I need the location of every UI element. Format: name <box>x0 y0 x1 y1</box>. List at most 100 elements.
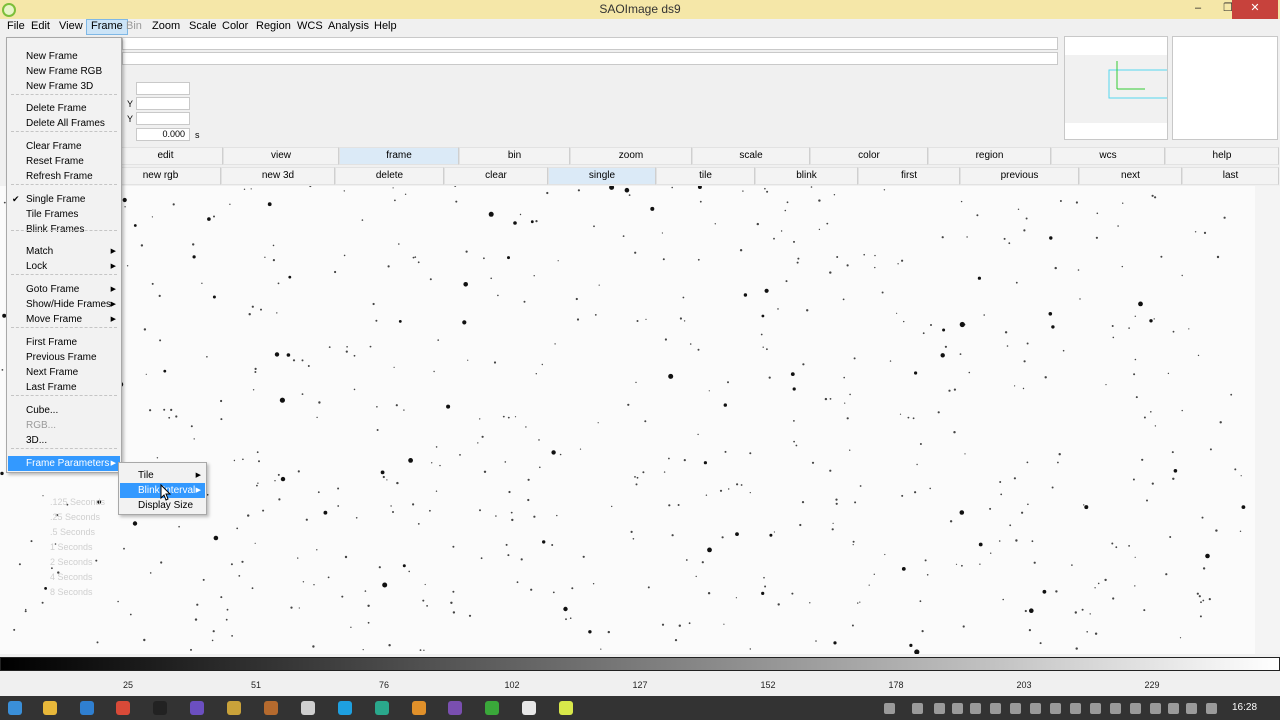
frame-button-tile[interactable]: tile <box>656 167 755 185</box>
menu-help[interactable]: Help <box>370 19 401 35</box>
ds9-active-icon[interactable] <box>559 701 573 715</box>
tray-icon[interactable] <box>1030 703 1041 714</box>
menu-file[interactable]: File <box>3 19 29 35</box>
tray-icon[interactable] <box>1206 703 1217 714</box>
frame-menu-item-single-frame[interactable]: ✔ Single Frame <box>8 192 120 207</box>
frame-menu-item-move-frame[interactable]: Move Frame ▶ <box>8 312 120 327</box>
major-button-color[interactable]: color <box>810 147 928 165</box>
frame-button-next[interactable]: next <box>1079 167 1182 185</box>
menu-region[interactable]: Region <box>252 19 295 35</box>
colorbar[interactable] <box>0 657 1280 671</box>
menu-item-label: Reset Frame <box>26 156 84 167</box>
start-icon[interactable] <box>8 701 22 715</box>
major-button-view[interactable]: view <box>223 147 339 165</box>
tray-icon[interactable] <box>1010 703 1021 714</box>
frame-menu-item-reset-frame[interactable]: Reset Frame <box>8 154 120 169</box>
frame-menu-item-last-frame[interactable]: Last Frame <box>8 380 120 395</box>
menu-item-label: Clear Frame <box>26 141 82 152</box>
tray-icon[interactable] <box>1168 703 1179 714</box>
menu-analysis[interactable]: Analysis <box>324 19 373 35</box>
tray-icon[interactable] <box>990 703 1001 714</box>
frame-button-delete[interactable]: delete <box>335 167 444 185</box>
frame-menu-item-refresh-frame[interactable]: Refresh Frame <box>8 169 120 184</box>
tray-icon[interactable] <box>1186 703 1197 714</box>
panner-view[interactable] <box>1064 36 1168 140</box>
major-button-region[interactable]: region <box>928 147 1051 165</box>
frame-button-blink[interactable]: blink <box>755 167 858 185</box>
frame-menu-item-delete-frame[interactable]: Delete Frame <box>8 101 120 116</box>
frame-menu-item-new-frame[interactable]: New Frame <box>8 49 120 64</box>
frame-button-last[interactable]: last <box>1182 167 1279 185</box>
frame-button-first[interactable]: first <box>858 167 960 185</box>
menu-color[interactable]: Color <box>218 19 252 35</box>
frame-menu-item-goto-frame[interactable]: Goto Frame ▶ <box>8 282 120 297</box>
frame-menu-item-new-frame-3d[interactable]: New Frame 3D <box>8 79 120 94</box>
major-button-bin[interactable]: bin <box>459 147 570 165</box>
chrome-icon[interactable] <box>485 701 499 715</box>
app-icon[interactable] <box>227 701 241 715</box>
menu-scale[interactable]: Scale <box>185 19 221 35</box>
menu-bin[interactable]: Bin <box>122 19 146 35</box>
major-button-scale[interactable]: scale <box>692 147 810 165</box>
frame-menu-item-delete-all-frames[interactable]: Delete All Frames <box>8 116 120 131</box>
skype-icon[interactable] <box>338 701 352 715</box>
tray-icon[interactable] <box>970 703 981 714</box>
menu-zoom[interactable]: Zoom <box>148 19 184 35</box>
frame-menu-item-new-frame-rgb[interactable]: New Frame RGB <box>8 64 120 79</box>
tray-icon[interactable] <box>1110 703 1121 714</box>
major-button-edit[interactable]: edit <box>108 147 223 165</box>
ds9-taskbar-icon[interactable] <box>522 701 536 715</box>
frame-button-clear[interactable]: clear <box>444 167 548 185</box>
ghost-menu-item: 8 Seconds <box>50 587 93 597</box>
frame-menu-item-tile-frames[interactable]: Tile Frames <box>8 207 120 222</box>
frame-button-new-3d[interactable]: new 3d <box>221 167 335 185</box>
major-button-wcs[interactable]: wcs <box>1051 147 1165 165</box>
major-button-zoom[interactable]: zoom <box>570 147 692 165</box>
app-icon[interactable] <box>301 701 315 715</box>
frame-menu-item-3d[interactable]: 3D... <box>8 433 120 448</box>
image-display[interactable] <box>0 186 1255 654</box>
vertical-scrollbar[interactable] <box>1255 186 1280 654</box>
tray-icon[interactable] <box>1070 703 1081 714</box>
tray-icon[interactable] <box>884 703 895 714</box>
major-button-frame[interactable]: frame <box>339 147 459 165</box>
explorer-icon[interactable] <box>43 701 57 715</box>
frame-menu-item-frame-parameters[interactable]: Frame Parameters ▶ <box>8 456 120 471</box>
menu-wcs[interactable]: WCS <box>293 19 327 35</box>
menu-item-label: Refresh Frame <box>26 171 93 182</box>
frame-menu-item-match[interactable]: Match ▶ <box>8 244 120 259</box>
menu-item-label: 3D... <box>26 435 48 446</box>
minimize-button[interactable]: – <box>1184 0 1212 19</box>
chrome-icon[interactable] <box>116 701 130 715</box>
frame-menu-item-next-frame[interactable]: Next Frame <box>8 365 120 380</box>
ie-icon[interactable] <box>80 701 94 715</box>
frame-menu-item-lock[interactable]: Lock ▶ <box>8 259 120 274</box>
tray-icon[interactable] <box>1090 703 1101 714</box>
frame-menu-item-cube[interactable]: Cube... <box>8 403 120 418</box>
frame-menu-item-previous-frame[interactable]: Previous Frame <box>8 350 120 365</box>
menu-view[interactable]: View <box>55 19 87 35</box>
frame-menu-item-show-hide-frames[interactable]: Show/Hide Frames ▶ <box>8 297 120 312</box>
app-icon[interactable] <box>375 701 389 715</box>
app-icon[interactable] <box>412 701 426 715</box>
frame-button-previous[interactable]: previous <box>960 167 1079 185</box>
close-button[interactable]: ✕ <box>1232 0 1278 19</box>
terminal-icon[interactable] <box>153 701 167 715</box>
tray-icon[interactable] <box>1130 703 1141 714</box>
tray-icon[interactable] <box>1150 703 1161 714</box>
frame-button-single[interactable]: single <box>548 167 656 185</box>
menu-item-label: Single Frame <box>26 194 86 205</box>
tray-icon[interactable] <box>1050 703 1061 714</box>
submenu-item-tile[interactable]: Tile ▶ <box>120 468 205 483</box>
frame-menu-item-first-frame[interactable]: First Frame <box>8 335 120 350</box>
tray-icon[interactable] <box>912 703 923 714</box>
app-icon[interactable] <box>448 701 462 715</box>
major-button-help[interactable]: help <box>1165 147 1279 165</box>
app-icon[interactable] <box>190 701 204 715</box>
tray-icon[interactable] <box>952 703 963 714</box>
app-icon[interactable] <box>264 701 278 715</box>
frame-menu-item-clear-frame[interactable]: Clear Frame <box>8 139 120 154</box>
tray-icon[interactable] <box>934 703 945 714</box>
menu-item-label: Tile <box>138 470 154 481</box>
menu-edit[interactable]: Edit <box>27 19 54 35</box>
